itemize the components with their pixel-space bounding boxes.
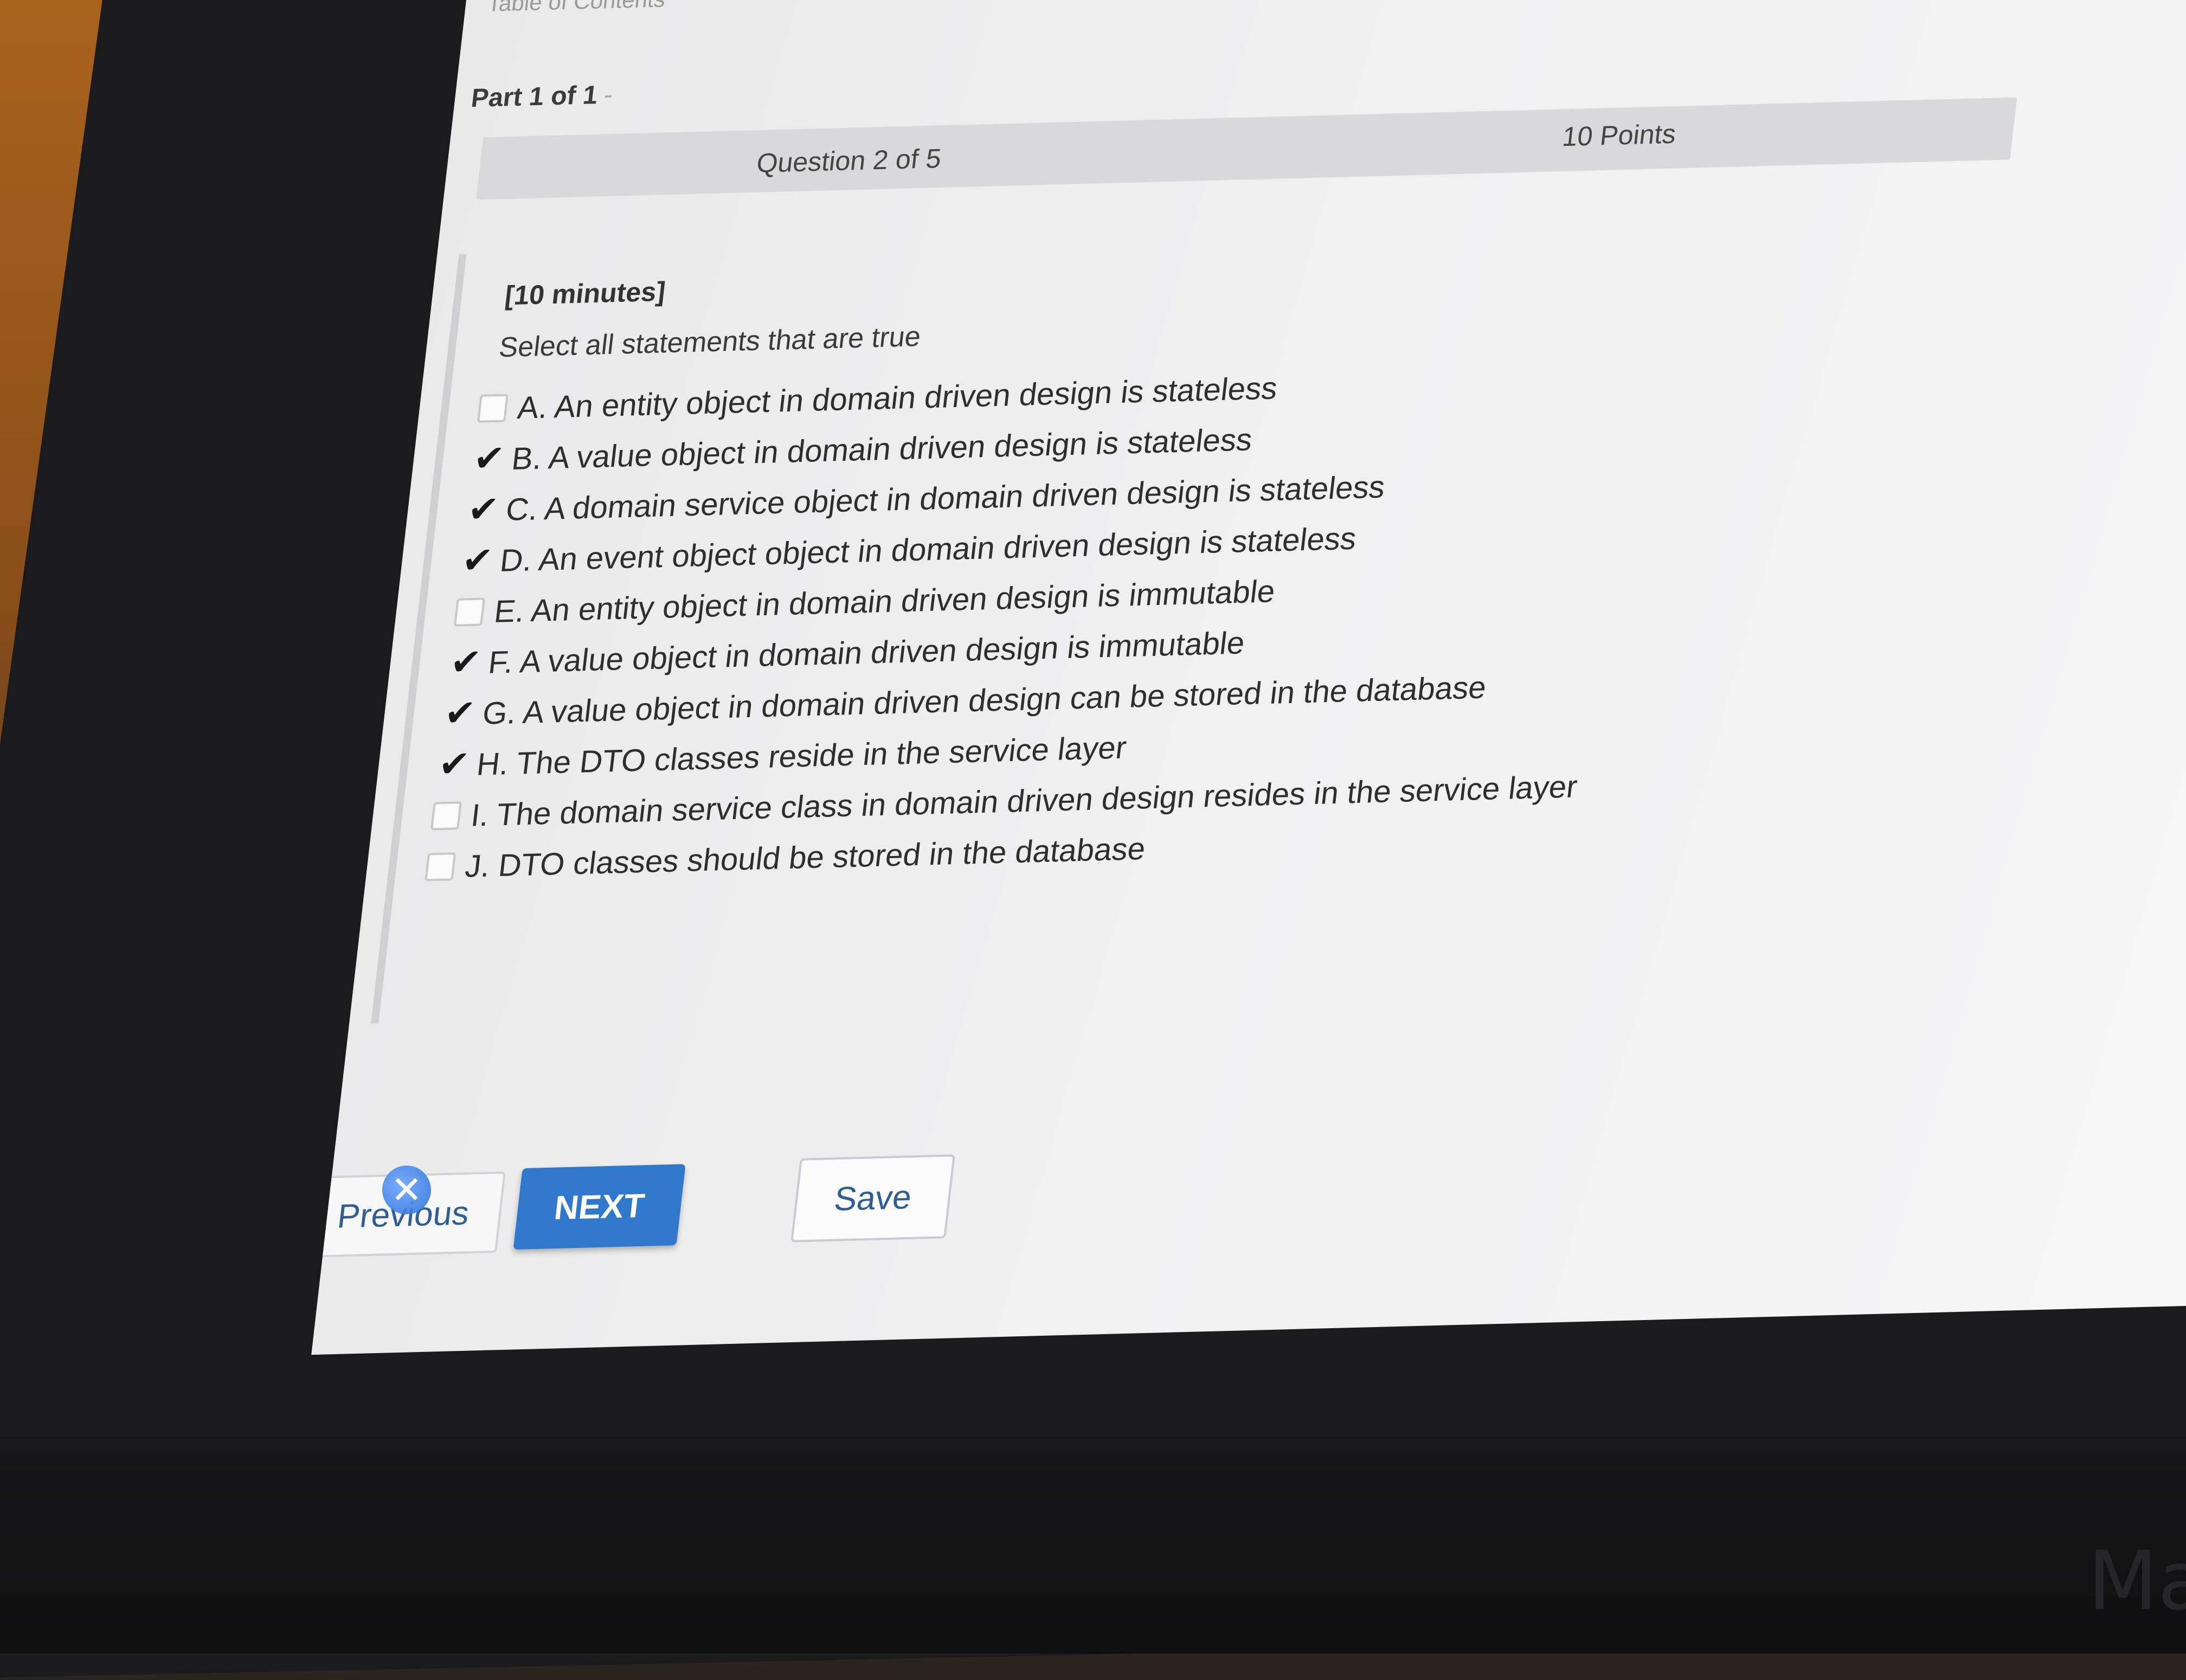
- checkbox[interactable]: [477, 394, 509, 423]
- question-body: [10 minutes] Select all statements that …: [371, 215, 1936, 1024]
- question-points: 10 Points: [1560, 118, 1678, 152]
- check-icon: ✔: [460, 539, 495, 582]
- check-icon: ✔: [471, 437, 507, 480]
- option-label: J. DTO classes should be stored in the d…: [463, 831, 1148, 884]
- laptop-logo: Ma: [2087, 1534, 2186, 1628]
- overlay-badge-icon: ✕: [382, 1166, 431, 1214]
- screen: Table of Contents Part 1 of 1- Question …: [311, 0, 2186, 1355]
- checkbox[interactable]: ✔: [436, 743, 471, 785]
- checkbox[interactable]: ✔: [471, 437, 506, 479]
- laptop-base: [0, 1437, 2186, 1653]
- checkbox[interactable]: ✔: [448, 641, 483, 683]
- checkbox[interactable]: ✔: [460, 539, 494, 581]
- check-icon: ✔: [442, 692, 478, 735]
- check-icon: ✔: [466, 488, 501, 531]
- time-limit-label: [10 minutes]: [503, 276, 667, 311]
- checkbox[interactable]: [425, 852, 457, 881]
- part-label-separator: -: [602, 80, 615, 110]
- checkbox[interactable]: ✔: [442, 692, 477, 734]
- table-of-contents-link[interactable]: Table of Contents: [486, 0, 667, 17]
- checkbox[interactable]: [430, 801, 462, 831]
- save-button[interactable]: Save: [790, 1154, 955, 1243]
- question-header-bar: Question 2 of 5 10 Points: [475, 97, 2017, 200]
- question-instructions: Select all statements that are true: [497, 321, 923, 364]
- check-icon: ✔: [436, 743, 472, 786]
- checkbox[interactable]: ✔: [465, 488, 500, 530]
- question-number: Question 2 of 5: [755, 143, 943, 178]
- answer-options-list: A. An entity object in domain driven des…: [423, 353, 1627, 893]
- option-label: H. The DTO classes reside in the service…: [475, 730, 1129, 782]
- checkbox[interactable]: [453, 597, 485, 627]
- part-label-text: Part 1 of 1: [470, 81, 600, 113]
- part-label: Part 1 of 1-: [470, 80, 614, 113]
- check-icon: ✔: [448, 641, 484, 684]
- next-button[interactable]: NEXT: [513, 1164, 686, 1250]
